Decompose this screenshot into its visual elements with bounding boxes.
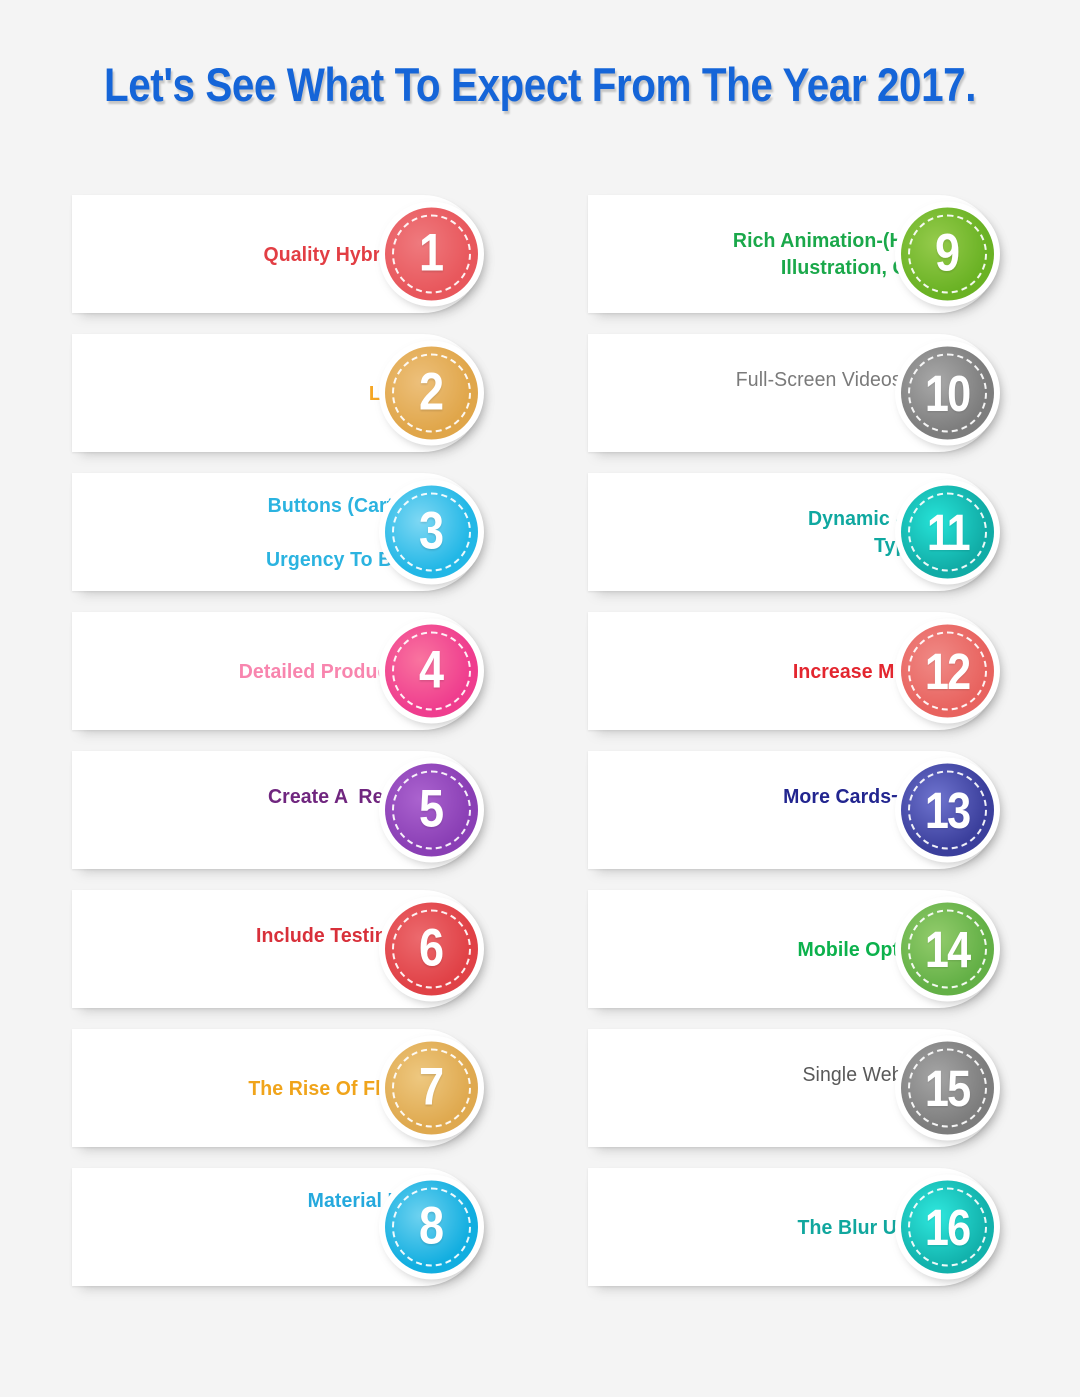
badge-circle-icon: 2	[385, 346, 478, 440]
list-item[interactable]: The Rise Of Flat Design 7	[72, 1029, 484, 1147]
badge-circle-icon: 8	[385, 1180, 478, 1274]
badge-number: 11	[926, 503, 970, 561]
badge-number: 9	[935, 224, 960, 283]
infographic-page: Let's See What To Expect From The Year 2…	[0, 0, 1080, 1397]
number-badge: 5	[379, 757, 484, 863]
number-badge: 11	[895, 479, 1000, 585]
list-item[interactable]: Mobile Optimization 14	[588, 890, 1000, 1008]
badge-circle-icon: 10	[901, 346, 994, 440]
number-badge: 8	[379, 1174, 484, 1280]
number-badge: 7	[379, 1035, 484, 1141]
badge-number: 6	[419, 919, 444, 978]
list-item[interactable]: Quality Hybrid Design 1	[72, 195, 484, 313]
badge-number: 5	[419, 780, 444, 839]
list-item[interactable]: Include Testimonials & Review6	[72, 890, 484, 1008]
badge-circle-icon: 14	[901, 902, 994, 996]
list-item[interactable]: More Cards−Interface Design13	[588, 751, 1000, 869]
number-badge: 12	[895, 618, 1000, 724]
list-item[interactable]: The Blur Up Method 16	[588, 1168, 1000, 1286]
list-item[interactable]: Full-Screen Videos Or Back- grounds10	[588, 334, 1000, 452]
badge-number: 12	[925, 642, 971, 700]
right-column: Rich Animation-(Hd Visual, Illustration,…	[588, 195, 1000, 1307]
list-item[interactable]: Detailed Product Review 4	[72, 612, 484, 730]
badge-number: 7	[419, 1058, 444, 1117]
badge-number: 2	[419, 363, 444, 422]
list-item[interactable]: Create A Responsive Website5	[72, 751, 484, 869]
number-badge: 13	[895, 757, 1000, 863]
badge-number: 16	[925, 1198, 971, 1256]
number-badge: 3	[379, 479, 484, 585]
badge-number: 10	[925, 364, 971, 422]
badge-circle-icon: 12	[901, 624, 994, 718]
list-item[interactable]: Dynamic & Correct Typography11	[588, 473, 1000, 591]
left-column: Quality Hybrid Design1 Large Icon2 Buttons…	[72, 195, 484, 1307]
page-title: Let's See What To Expect From The Year 2…	[103, 58, 977, 111]
badge-circle-icon: 7	[385, 1041, 478, 1135]
number-badge: 4	[379, 618, 484, 724]
number-badge: 14	[895, 896, 1000, 1002]
number-badge: 6	[379, 896, 484, 1002]
list-item[interactable]: Material Design's Influence Grows8	[72, 1168, 484, 1286]
number-badge: 1	[379, 201, 484, 307]
badge-circle-icon: 15	[901, 1041, 994, 1135]
list-item[interactable]: Single Website Page Bonanza15	[588, 1029, 1000, 1147]
badge-circle-icon: 11	[901, 485, 994, 579]
number-badge: 16	[895, 1174, 1000, 1280]
badge-number: 13	[925, 781, 971, 839]
badge-circle-icon: 16	[901, 1180, 994, 1274]
badge-circle-icon: 9	[901, 207, 994, 301]
list-item[interactable]: Increase Minimalism 12	[588, 612, 1000, 730]
number-badge: 15	[895, 1035, 1000, 1141]
number-badge: 9	[895, 201, 1000, 307]
badge-number: 4	[419, 641, 444, 700]
badge-circle-icon: 1	[385, 207, 478, 301]
badge-number: 3	[419, 502, 444, 561]
badge-number: 8	[419, 1197, 444, 1256]
badge-number: 14	[925, 920, 971, 978]
badge-circle-icon: 3	[385, 485, 478, 579]
number-badge: 2	[379, 340, 484, 446]
number-badge: 10	[895, 340, 1000, 446]
badge-circle-icon: 5	[385, 763, 478, 857]
badge-circle-icon: 4	[385, 624, 478, 718]
badge-number: 15	[925, 1059, 971, 1117]
list-item[interactable]: Rich Animation-(Hd Visual, Illustration,…	[588, 195, 1000, 313]
badge-circle-icon: 6	[385, 902, 478, 996]
list-item[interactable]: Large Icon2	[72, 334, 484, 452]
list-item[interactable]: Buttons (Cart Button- Creates Urgency To…	[72, 473, 484, 591]
badge-number: 1	[419, 224, 444, 283]
badge-circle-icon: 13	[901, 763, 994, 857]
